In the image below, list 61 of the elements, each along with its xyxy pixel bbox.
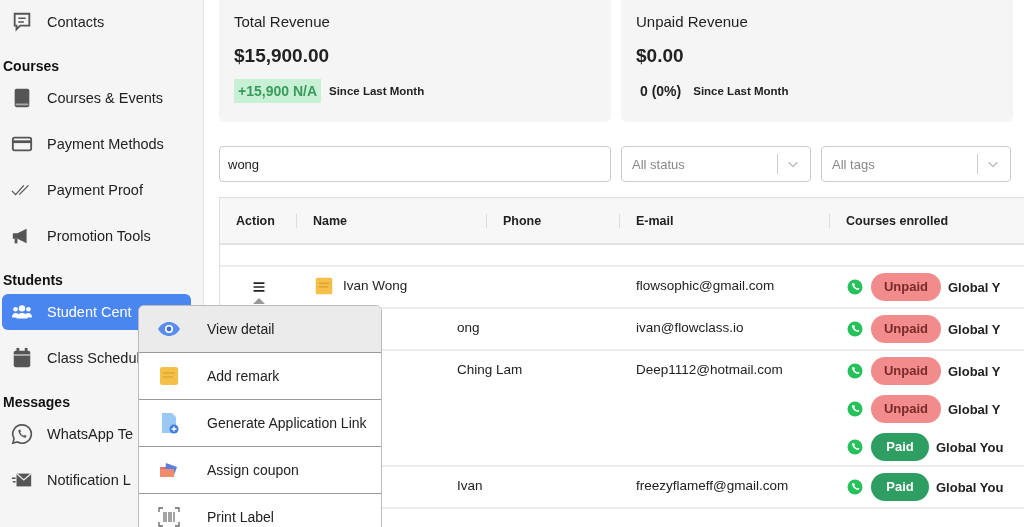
filter-dropdown[interactable]: All tags [821, 146, 1011, 182]
section-heading: Messages [2, 393, 71, 412]
stat-title: Unpaid Revenue [636, 13, 749, 30]
sticky-note-icon [157, 364, 181, 388]
stat-note: Since Last Month [329, 85, 425, 97]
payment-status: Unpaid [871, 273, 941, 301]
course-name: Global Y [948, 401, 1001, 417]
whatsapp-icon [846, 438, 864, 456]
change-value: 0 (0%) [639, 82, 683, 101]
filter-dropdown[interactable]: All status [621, 146, 811, 182]
sidebar-item[interactable]: Payment Proof [2, 172, 191, 208]
email-text: freezyflameff@gmail.com [636, 478, 789, 493]
section-heading: Students [2, 271, 64, 290]
payment-status: Unpaid [871, 395, 941, 423]
payment-status: Paid [871, 433, 929, 461]
column-header: Name [297, 213, 487, 228]
menu-icon [251, 280, 266, 294]
change-badge: +15,900 N/A [234, 79, 321, 103]
whatsapp-icon [846, 278, 864, 296]
stat-title: Total Revenue [234, 13, 331, 30]
column-header: E-mail [620, 213, 830, 228]
stat-note: Since Last Month [693, 85, 789, 97]
menu-item[interactable]: Add remark [139, 353, 381, 400]
stat-value: $0.00 [636, 45, 685, 67]
whatsapp-icon [846, 362, 864, 380]
payment-status: Unpaid [871, 357, 941, 385]
stat-value: $15,900.00 [234, 45, 331, 67]
sidebar-item[interactable]: Promotion Tools [2, 218, 191, 254]
payment-status: Paid [871, 473, 929, 501]
student-name: Ivan [457, 477, 483, 493]
sidebar-item[interactable]: Payment Methods [2, 126, 191, 162]
menu-item[interactable]: View detail [139, 306, 381, 353]
course-name: Global Y [948, 363, 1001, 379]
section-heading: Courses [2, 57, 61, 76]
course-name: Global You [936, 439, 1004, 455]
menu-item[interactable]: Assign coupon [139, 447, 381, 494]
whatsapp-icon [846, 400, 864, 418]
email-text: flowsophic@gmail.com [636, 278, 775, 293]
email-text: ivan@flowclass.io [636, 320, 744, 335]
student-name: Ivan Wong [343, 277, 408, 293]
course-name: Global Y [948, 321, 1001, 337]
whatsapp-icon [11, 423, 33, 445]
whatsapp-icon [846, 478, 864, 496]
menu-item[interactable]: Generate Application Link [139, 400, 381, 447]
student-name: ong [457, 319, 480, 335]
barcode-icon [157, 505, 181, 527]
chat-icon [11, 11, 33, 33]
sticky-note-icon [313, 275, 335, 297]
email-text: Deep1112@hotmail.com [636, 362, 783, 377]
whatsapp-icon [846, 320, 864, 338]
column-header: Action [220, 213, 297, 228]
sidebar-item[interactable]: Courses & Events [2, 80, 191, 116]
calendar-icon [11, 347, 33, 369]
sidebar-item[interactable]: Contacts [2, 4, 191, 40]
search-field[interactable]: wong [219, 146, 611, 182]
course-name: Global You [936, 479, 1004, 495]
column-header: Courses enrolled [845, 213, 950, 228]
course-name: Global Y [948, 279, 1001, 295]
payment-status: Unpaid [871, 315, 941, 343]
column-header: Phone [487, 213, 620, 228]
student-name: Ching Lam [457, 361, 523, 377]
